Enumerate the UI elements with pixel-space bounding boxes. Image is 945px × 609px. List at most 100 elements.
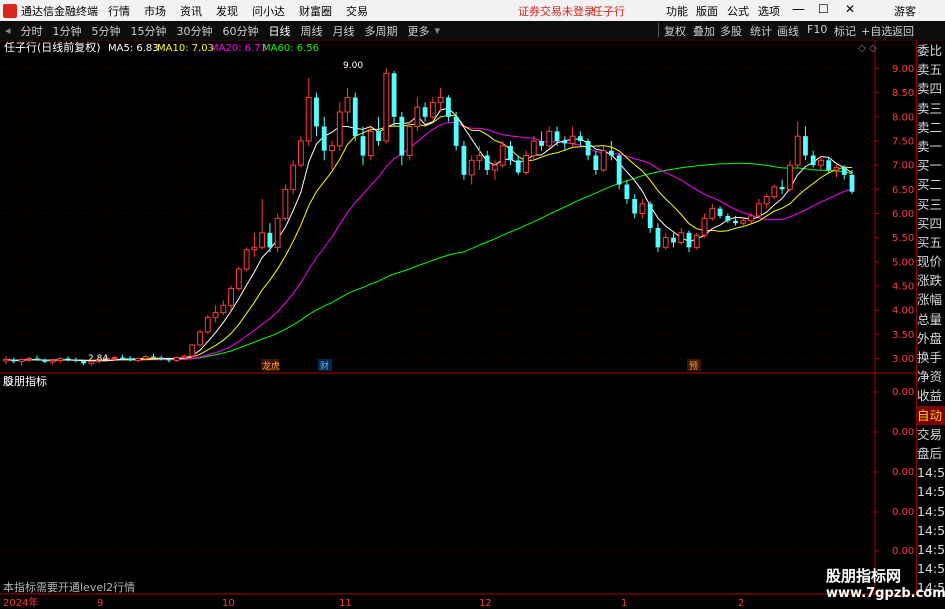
candle (616, 153, 622, 190)
period-multi[interactable]: 多周期 (360, 23, 403, 39)
candle-body (166, 359, 172, 361)
candle-body (329, 145, 335, 152)
period-more[interactable]: 更多 (403, 23, 435, 39)
candle-body (499, 145, 506, 166)
quote-panel-item: 卖三 (917, 100, 943, 116)
menu-zixun[interactable]: 资讯 (180, 3, 202, 19)
huaxian-button[interactable]: 画线 (777, 23, 799, 39)
menu-xuanxiang[interactable]: 选项 (758, 3, 780, 19)
menu-faxian[interactable]: 发现 (216, 3, 238, 19)
candle-body (259, 232, 266, 248)
candle (686, 230, 692, 253)
x-axis: 2024年 9 10 11 12 1 2 (3, 596, 744, 609)
period-30min[interactable]: 30分钟 (172, 23, 218, 39)
candle-body (142, 356, 149, 360)
menu-banmian[interactable]: 版面 (696, 3, 718, 19)
diamond-icon[interactable]: ◇ (858, 43, 866, 54)
candle (429, 97, 436, 120)
kline-chart[interactable]: 9.00 8.50 8.00 7.50 7.00 6.50 6.00 5.50 5.00 4.50… (0, 40, 916, 609)
candle-body (849, 174, 855, 192)
candle-body (422, 107, 428, 117)
candle-body (468, 159, 475, 176)
candle-body (321, 126, 327, 151)
candle (515, 155, 521, 175)
quote-panel-item: 换手 (917, 350, 943, 365)
candle-body (662, 237, 669, 248)
candle-body (376, 131, 381, 141)
f10-button[interactable]: F10 (807, 23, 827, 36)
candle-body (81, 360, 87, 364)
period-fenshi[interactable]: 分时 (16, 23, 48, 39)
forecast-tag[interactable]: 预 (689, 361, 698, 372)
close-icon[interactable]: ✕ (845, 2, 855, 16)
tongji-button[interactable]: 统计 (750, 23, 772, 39)
period-5min[interactable]: 5分钟 (87, 23, 126, 39)
level2-notice: 本指标需要开通level2行情 (3, 580, 135, 594)
candle-body (554, 131, 560, 141)
quote-panel-item[interactable]: 交易 (917, 425, 945, 444)
duogu-button[interactable]: 多股 (720, 23, 742, 39)
candle-body (305, 97, 312, 142)
candle-body (274, 217, 281, 248)
quote-panel-item[interactable]: 自动 (917, 405, 945, 425)
candle-body (562, 141, 568, 144)
candle (693, 232, 700, 250)
menu-wenxiaoda[interactable]: 问小达 (252, 3, 285, 19)
lhb-tag[interactable]: 龙虎 (262, 360, 280, 372)
candle-body (476, 155, 483, 161)
candle-body (755, 203, 762, 217)
candle-body (600, 150, 607, 171)
login-notice[interactable]: 证券交易未登录 (518, 3, 595, 19)
period-1min[interactable]: 1分钟 (48, 23, 87, 39)
period-monthly[interactable]: 月线 (328, 23, 360, 39)
menu-caifuquan[interactable]: 财富圈 (299, 3, 332, 19)
candle (476, 145, 483, 170)
candle (523, 150, 529, 175)
collapse-icon[interactable]: ◂ (0, 24, 16, 37)
period-60min[interactable]: 60分钟 (218, 23, 264, 39)
candle-body (608, 150, 614, 156)
menu-shichang[interactable]: 市场 (144, 3, 166, 19)
candle-body (127, 358, 133, 361)
menu-gongshi[interactable]: 公式 (727, 3, 749, 19)
menu-hangqing[interactable]: 行情 (108, 3, 130, 19)
candle-body (251, 246, 258, 251)
candle-body (794, 135, 801, 166)
quote-panel-item: 现价 (917, 254, 943, 270)
minimize-icon[interactable]: — (792, 2, 805, 17)
quote-panel-item: 涨幅 (917, 292, 943, 308)
biaoji-button[interactable]: 标记 (834, 23, 856, 39)
candle (655, 223, 661, 253)
candle-body (779, 186, 785, 190)
candle-body (181, 355, 188, 359)
candle-body (810, 155, 816, 166)
candle (383, 68, 390, 144)
candle-body (803, 136, 808, 156)
quote-panel-item[interactable]: 盘后 (917, 444, 945, 463)
period-15min[interactable]: 15分钟 (126, 23, 172, 39)
candle-body (352, 97, 358, 137)
menu-jiaoyi[interactable]: 交易 (346, 3, 368, 19)
back-button[interactable]: 返回 (892, 23, 914, 39)
finance-tag[interactable]: 财 (320, 360, 329, 372)
candle-body (360, 136, 366, 156)
fuquan-button[interactable]: 复权 (664, 23, 686, 39)
candle (492, 160, 498, 180)
price-tick-label: 6.50 (892, 185, 914, 196)
low-price-label: 2.84 (88, 354, 108, 364)
candle-body (111, 357, 118, 360)
add-watchlist-button[interactable]: +自选 (861, 23, 892, 39)
more-dropdown-icon[interactable]: ▾ (435, 24, 441, 37)
guest-label[interactable]: 游客 (894, 3, 916, 19)
price-tick-label: 4.50 (892, 282, 914, 293)
candle (803, 126, 808, 161)
period-daily[interactable]: 日线 (264, 23, 296, 39)
diejia-button[interactable]: 叠加 (693, 23, 715, 39)
period-weekly[interactable]: 周线 (296, 23, 328, 39)
candle-body (197, 331, 203, 346)
menu-gongneng[interactable]: 功能 (666, 3, 688, 19)
settings-icon[interactable]: ◇ (869, 43, 877, 54)
maximize-icon[interactable]: ☐ (818, 2, 829, 16)
candle-body (367, 130, 374, 157)
candle (608, 141, 614, 161)
